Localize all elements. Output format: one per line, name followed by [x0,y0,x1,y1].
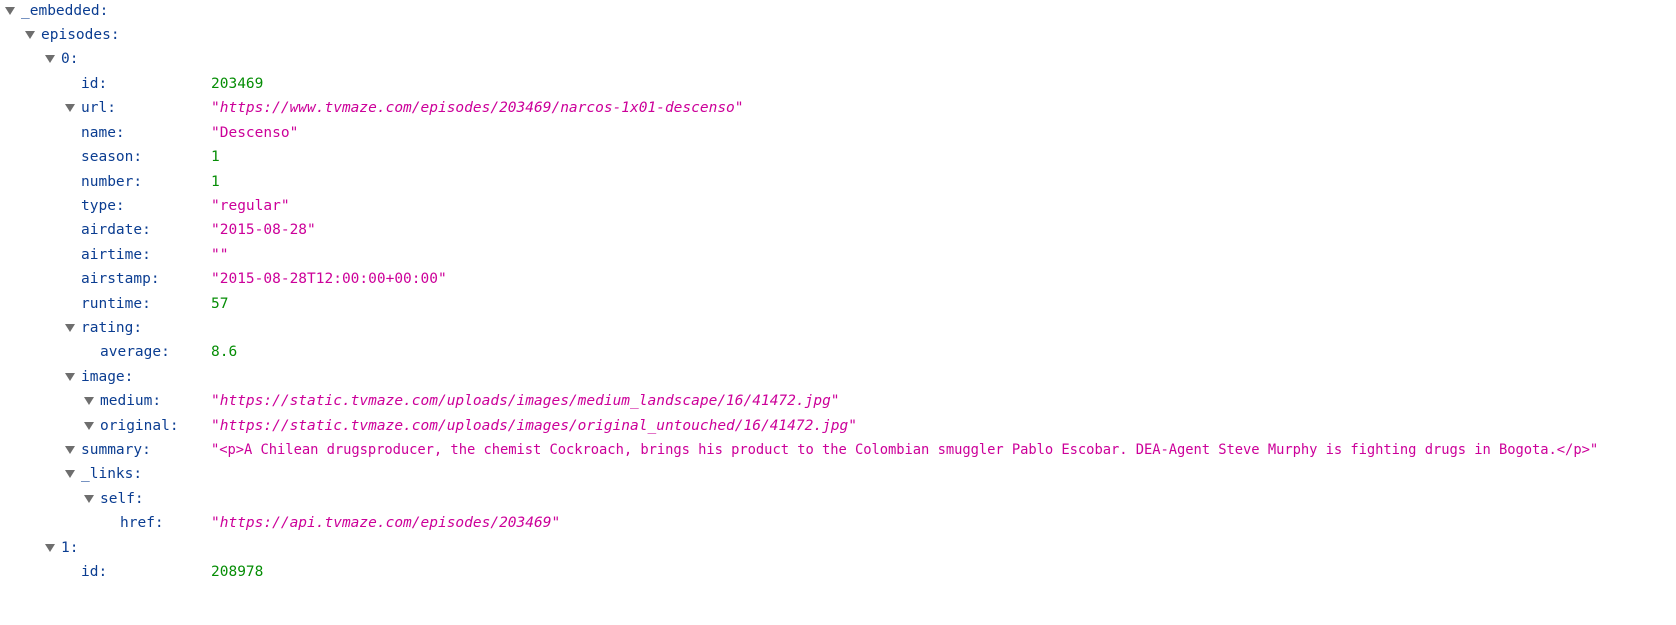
value-medium-link[interactable]: "https://static.tvmaze.com/uploads/image… [211,390,840,412]
key-links[interactable]: _links: [81,463,142,485]
key-airdate: airdate: [81,222,151,238]
key-medium[interactable]: medium: [100,390,161,412]
collapse-triangle-icon[interactable] [45,55,55,63]
key-original[interactable]: original: [100,415,179,437]
value-id: 208978 [211,564,264,580]
collapse-triangle-icon[interactable] [65,470,75,478]
value-airdate: "2015-08-28" [211,222,316,238]
collapse-triangle-icon[interactable] [84,422,94,430]
key-episode-0[interactable]: 0: [61,48,78,70]
collapse-triangle-icon[interactable] [65,373,75,381]
value-id: 203469 [211,76,264,92]
value-type: "regular" [211,198,290,214]
value-url-link[interactable]: "https://www.tvmaze.com/episodes/203469/… [211,97,744,119]
key-type: type: [81,198,125,214]
key-number: number: [81,174,143,190]
value-average: 8.6 [211,344,238,360]
value-season: 1 [211,149,220,165]
value-number: 1 [211,174,220,190]
key-rating[interactable]: rating: [81,317,142,339]
key-name: name: [81,125,125,141]
key-airtime: airtime: [81,247,151,263]
value-summary: "<p>A Chilean drugsproducer, the chemist… [211,442,1599,458]
key-season: season: [81,149,143,165]
collapse-triangle-icon[interactable] [45,544,55,552]
key-id: id: [81,564,108,580]
value-airstamp: "2015-08-28T12:00:00+00:00" [211,271,447,287]
key-href: href: [120,515,164,531]
key-episodes[interactable]: episodes: [41,24,120,46]
value-runtime: 57 [211,296,229,312]
collapse-triangle-icon[interactable] [65,446,75,454]
value-airtime: "" [211,247,229,263]
key-episode-1[interactable]: 1: [61,537,78,559]
key-self[interactable]: self: [100,488,144,510]
key-id: id: [81,76,108,92]
value-name: "Descenso" [211,125,299,141]
key-average: average: [100,344,170,360]
key-runtime: runtime: [81,296,151,312]
value-original-link[interactable]: "https://static.tvmaze.com/uploads/image… [211,415,857,437]
key-image[interactable]: image: [81,366,133,388]
key-summary[interactable]: summary: [81,439,151,461]
collapse-triangle-icon[interactable] [65,104,75,112]
collapse-triangle-icon[interactable] [25,31,35,39]
key-airstamp: airstamp: [81,271,160,287]
collapse-triangle-icon[interactable] [65,324,75,332]
collapse-triangle-icon[interactable] [5,7,15,15]
key-embedded[interactable]: _embedded: [21,0,108,22]
collapse-triangle-icon[interactable] [84,397,94,405]
collapse-triangle-icon[interactable] [84,495,94,503]
value-href-link[interactable]: "https://api.tvmaze.com/episodes/203469" [211,512,560,534]
key-url[interactable]: url: [81,97,116,119]
json-viewer: _embedded: episodes: 0: id: 203469 url: … [0,0,1676,625]
